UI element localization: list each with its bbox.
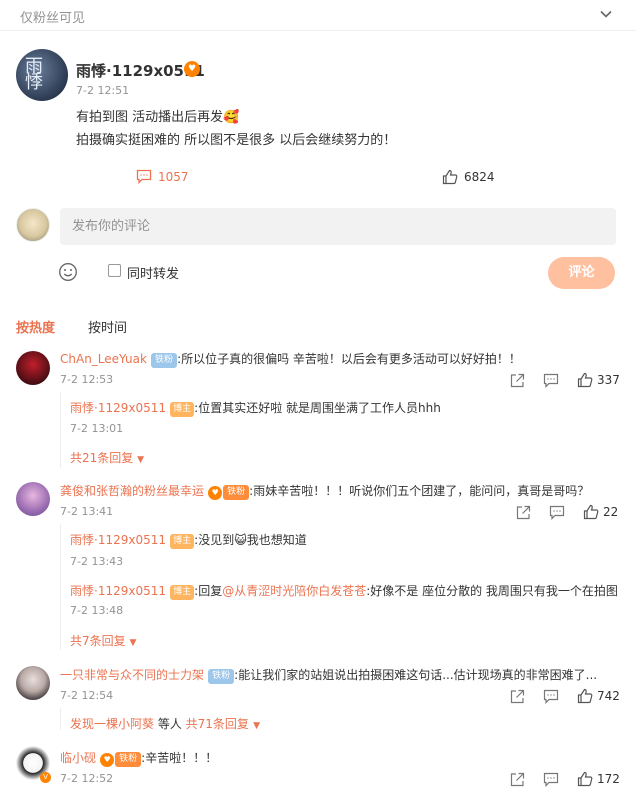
comment-actions: 172 [510, 771, 620, 787]
comment-time: 7-2 12:53 [60, 373, 114, 386]
more-replies-label: 共7条回复 [70, 634, 126, 648]
tab-sort-hot[interactable]: 按热度 [16, 317, 55, 336]
commenter-avatar[interactable] [16, 482, 50, 516]
reply-thread-line [60, 524, 61, 650]
post-like-button[interactable]: 6824 [442, 169, 495, 185]
fan-badge: 铁粉 [151, 353, 178, 368]
commenter-name[interactable]: ChAn_LeeYuak [60, 352, 147, 366]
post-time[interactable]: 7-2 12:51 [76, 84, 129, 97]
thumbs-up-icon[interactable] [577, 688, 593, 704]
comment-text: :所以位子真的很偏吗 辛苦啦！以后会有更多活动可以好好拍！！ [177, 352, 521, 366]
reply-icon[interactable] [549, 505, 565, 520]
post-comment-count: 1057 [158, 169, 189, 184]
comment-actions: 337 [510, 372, 620, 388]
fan-badge: 铁粉 [223, 485, 250, 500]
vip-badge: ♥ [184, 61, 200, 77]
commenter-name[interactable]: 一只非常与众不同的士力架 [60, 668, 204, 682]
reply-summary-count[interactable]: 共71条回复 [186, 717, 249, 731]
reply-icon[interactable] [543, 772, 559, 787]
caret-down-icon: ▼ [137, 455, 145, 465]
comment-time: 7-2 12:52 [60, 772, 114, 785]
more-replies-link[interactable]: 共7条回复 ▼ [70, 632, 136, 649]
submit-comment-button[interactable]: 评论 [548, 257, 615, 289]
comment-line: 一只非常与众不同的士力架 铁粉:能让我们家的站姐说出拍摄困难这句话...估计现场… [60, 666, 597, 684]
caret-down-icon: ▼ [129, 638, 137, 648]
share-icon[interactable] [510, 689, 525, 704]
reply-text: :没见到😺我也想知道 [194, 533, 307, 547]
share-icon[interactable] [510, 772, 525, 787]
commenter-name[interactable]: 龚俊和张哲瀚的粉丝最幸运 [60, 484, 204, 498]
comment-like-count: 742 [597, 689, 620, 703]
emoji-icon[interactable] [58, 262, 78, 282]
comment-time: 7-2 12:54 [60, 689, 114, 702]
reply-time: 7-2 13:43 [70, 555, 124, 568]
current-user-avatar [16, 208, 50, 242]
more-replies-label: 共21条回复 [70, 451, 134, 465]
reply-line: 雨悸·1129x0511 博主:回复@从青涩时光陪你白发苍苍:好像不是 座位分散… [70, 582, 618, 600]
reply-time: 7-2 13:01 [70, 422, 124, 435]
comment-like-count: 337 [597, 373, 620, 387]
comment-text: :能让我们家的站姐说出拍摄困难这句话...估计现场真的非常困难了... [234, 668, 598, 682]
more-replies-link[interactable]: 共21条回复 ▼ [70, 449, 144, 466]
post-like-count: 6824 [464, 170, 495, 184]
comment-input[interactable] [60, 208, 616, 245]
host-badge: 博主 [170, 585, 195, 600]
share-icon[interactable] [510, 373, 525, 388]
commenter-name[interactable]: 临小砚 [60, 751, 96, 765]
post-comment-button[interactable]: 1057 [136, 169, 189, 184]
post-author-avatar[interactable]: 雨悸 [16, 49, 68, 101]
comment-like-count: 22 [603, 505, 619, 519]
reply-author-name[interactable]: 雨悸·1129x0511 [70, 584, 166, 598]
tab-sort-time[interactable]: 按时间 [88, 317, 127, 336]
reply-text: :位置其实还好啦 就是周围坐满了工作人员hhh [194, 401, 441, 415]
reply-line: 雨悸·1129x0511 博主:位置其实还好啦 就是周围坐满了工作人员hhh [70, 399, 441, 417]
commenter-avatar[interactable] [16, 666, 50, 700]
comment-time: 7-2 13:41 [60, 505, 114, 518]
comment-actions: 22 [516, 504, 618, 520]
comment-like-count: 172 [597, 772, 620, 786]
thumbs-up-icon[interactable] [577, 771, 593, 787]
repost-checkbox[interactable] [108, 264, 121, 277]
reply-summary[interactable]: 发现一棵小阿葵 等人 共71条回复 ▼ [70, 715, 260, 732]
reply-time: 7-2 13:48 [70, 604, 124, 617]
fan-badge: 铁粉 [115, 752, 142, 767]
mention-link[interactable]: @从青涩时光陪你白发苍苍 [222, 584, 366, 598]
reply-thread-line [60, 708, 61, 730]
reply-author-name[interactable]: 雨悸·1129x0511 [70, 533, 166, 547]
reply-line: 雨悸·1129x0511 博主:没见到😺我也想知道 [70, 531, 307, 549]
verified-badge-icon: V [40, 772, 51, 783]
reply-thread-line [60, 392, 61, 468]
commenter-avatar[interactable] [16, 351, 50, 385]
reply-text: :好像不是 座位分散的 我周围只有我一个在拍图 [366, 584, 618, 598]
reply-author-name[interactable]: 雨悸·1129x0511 [70, 401, 166, 415]
visibility-label: 仅粉丝可见 [20, 11, 86, 26]
comment-line: 临小砚 ♥ 铁粉:辛苦啦！！！ [60, 749, 217, 767]
host-badge: 博主 [170, 534, 195, 549]
comment-icon [136, 169, 152, 184]
caret-down-icon: ▼ [253, 721, 260, 731]
thumbs-up-icon[interactable] [583, 504, 599, 520]
comment-line: 龚俊和张哲瀚的粉丝最幸运 ♥ 铁粉:雨妹辛苦啦！！！听说你们五个团建了，能问问，真… [60, 482, 589, 500]
chevron-down-icon[interactable] [598, 6, 614, 22]
reply-icon[interactable] [543, 689, 559, 704]
thumbs-up-icon[interactable] [577, 372, 593, 388]
fan-badge: 铁粉 [208, 669, 235, 684]
reply-summary-user[interactable]: 发现一棵小阿葵 [70, 717, 154, 731]
divider [0, 30, 636, 31]
post-text-line1: 有拍到图 活动播出后再发🥰 [76, 110, 240, 125]
reply-prefix: :回复 [194, 584, 223, 598]
post-text-line2: 拍摄确实挺困难的 所以图不是很多 以后会继续努力的！ [76, 133, 397, 148]
comment-line: ChAn_LeeYuak 铁粉:所以位子真的很偏吗 辛苦啦！以后会有更多活动可以… [60, 350, 521, 368]
comment-actions: 742 [510, 688, 620, 704]
comment-text: :雨妹辛苦啦！！！听说你们五个团建了，能问问，真哥是哥吗？ [249, 484, 590, 498]
heart-badge: ♥ [208, 486, 223, 500]
comment-text: :辛苦啦！！！ [141, 751, 218, 765]
thumbs-up-icon [442, 169, 458, 185]
heart-badge: ♥ [100, 753, 115, 767]
reply-icon[interactable] [543, 373, 559, 388]
host-badge: 博主 [170, 402, 195, 417]
share-icon[interactable] [516, 505, 531, 520]
repost-label[interactable]: 同时转发 [127, 263, 179, 282]
reply-summary-rest: 等人 [154, 717, 186, 731]
